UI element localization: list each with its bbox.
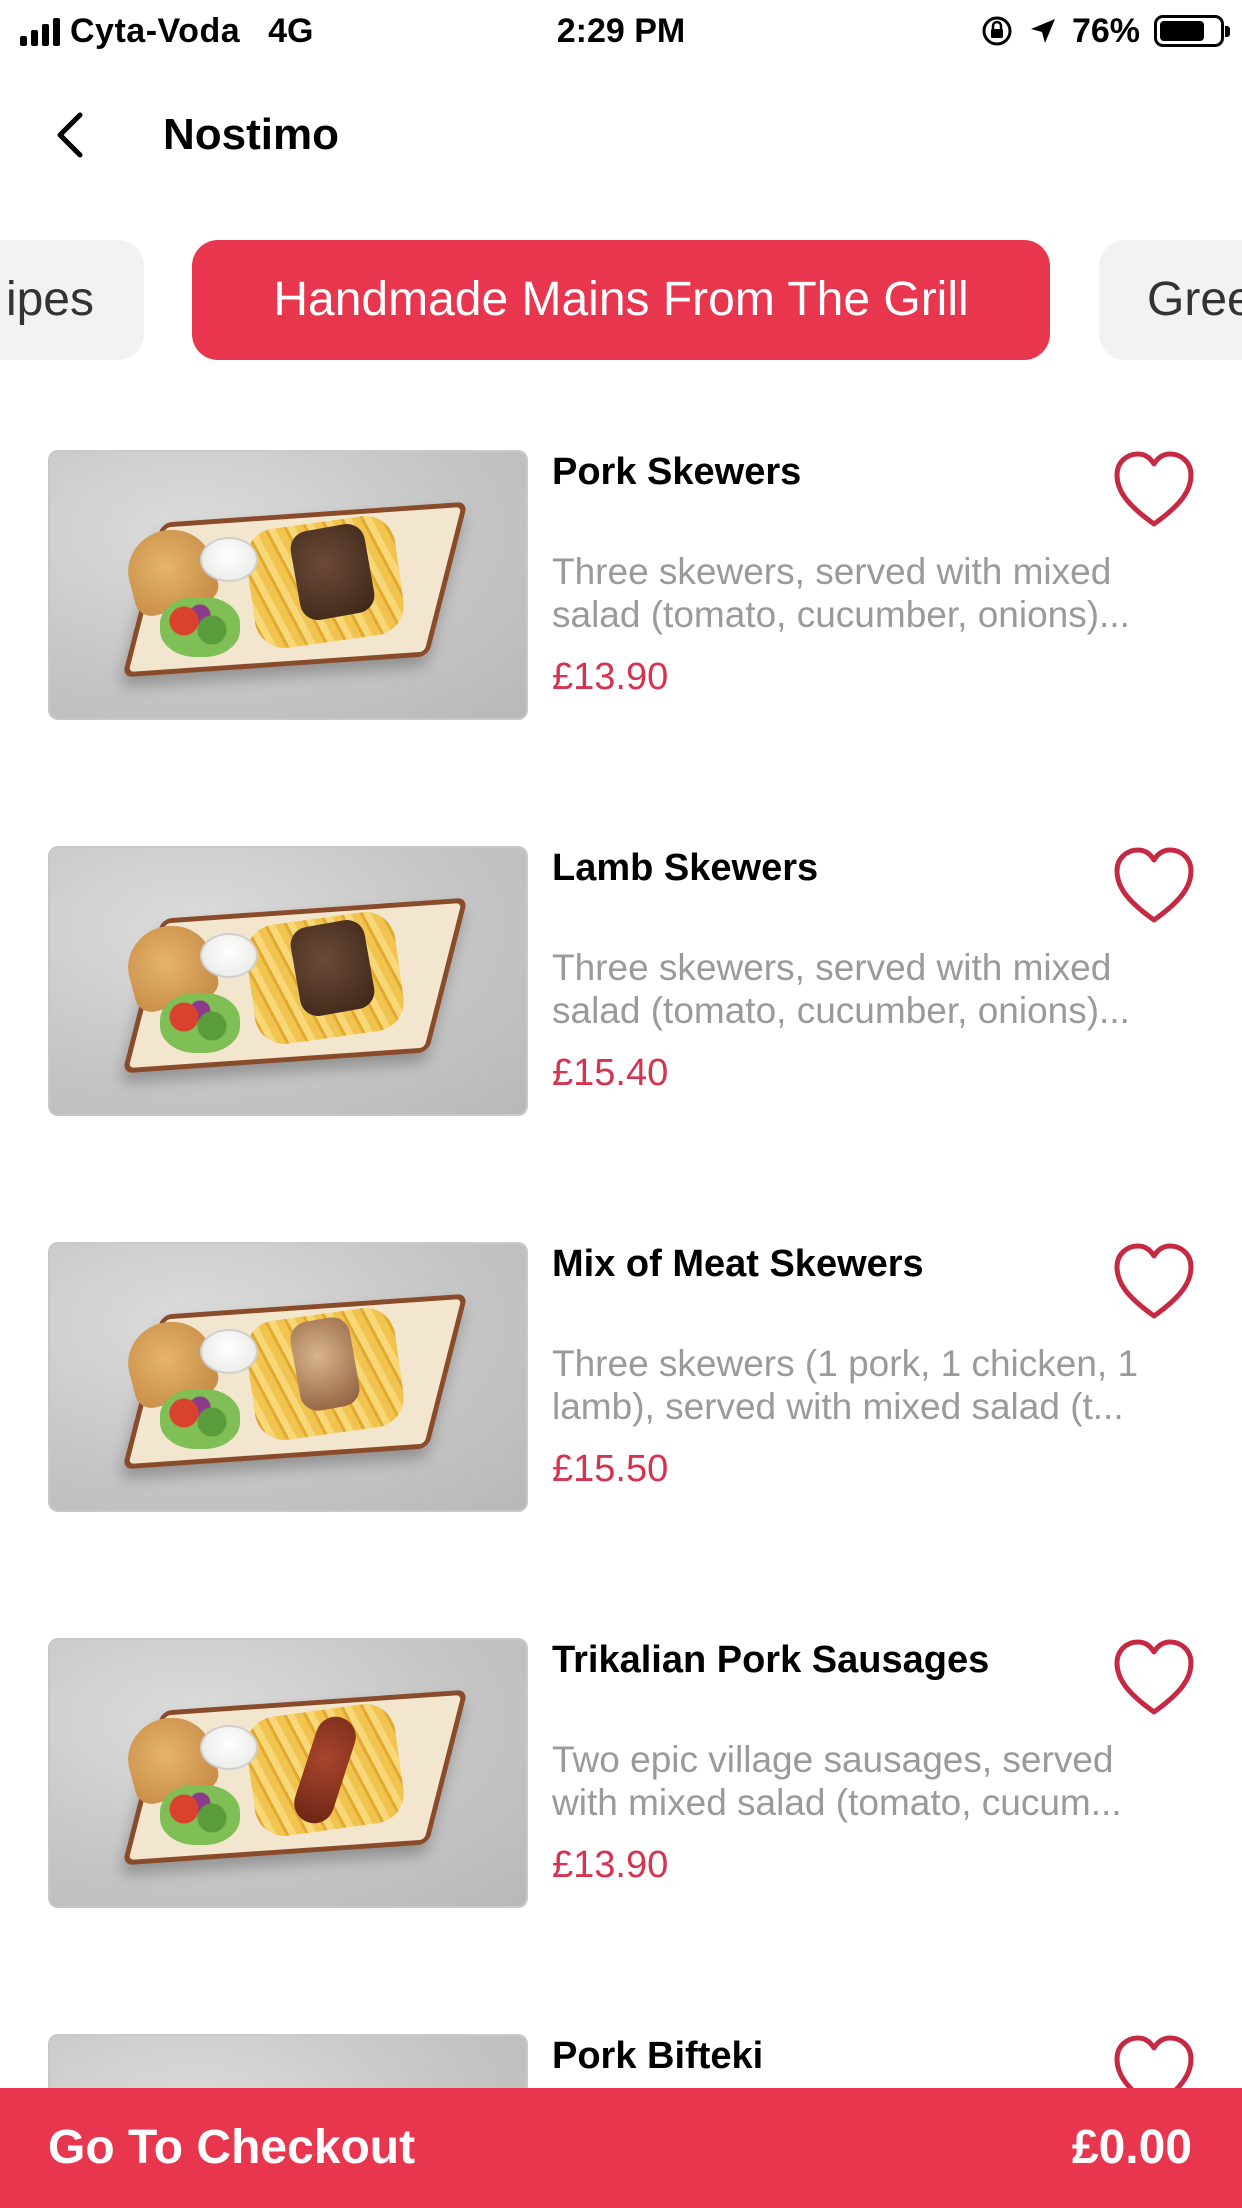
item-name: Lamb Skewers: [552, 847, 819, 889]
item-name: Pork Skewers: [552, 451, 802, 493]
item-description: Three skewers, served with mixed salad (…: [552, 946, 1192, 1032]
item-description-line: Three skewers (1 pork, 1 chicken, 1: [552, 1343, 1139, 1384]
tab-active-category[interactable]: Handmade Mains From The Grill: [192, 240, 1050, 360]
dish-image: [48, 846, 528, 1116]
orientation-lock-icon: [982, 16, 1012, 46]
item-description: Two epic village sausages, served with m…: [552, 1738, 1192, 1824]
tab-previous-category[interactable]: ipes: [0, 240, 144, 360]
salad: [160, 1785, 240, 1845]
menu-item[interactable]: Lamb Skewers Three skewers, served with …: [0, 846, 1242, 1116]
menu-item[interactable]: Mix of Meat Skewers Three skewers (1 por…: [0, 1242, 1242, 1512]
item-description-line: Two epic village sausages, served: [552, 1739, 1114, 1780]
checkout-label: Go To Checkout: [48, 2121, 416, 2174]
item-description-line: salad (tomato, cucumber, onions)...: [552, 594, 1130, 635]
menu-item[interactable]: Pork Skewers Three skewers, served with …: [0, 450, 1242, 720]
tzatziki-dip: [200, 933, 258, 978]
skewer-meat: [287, 917, 378, 1019]
salad: [160, 1389, 240, 1449]
item-description-line: salad (tomato, cucumber, onions)...: [552, 990, 1130, 1031]
skewer-meat: [287, 521, 378, 623]
header: Nostimo: [0, 90, 1242, 180]
item-description-line: with mixed salad (tomato, cucum...: [552, 1782, 1122, 1823]
item-description: Three skewers, served with mixed salad (…: [552, 550, 1192, 636]
item-description: Three skewers (1 pork, 1 chicken, 1 lamb…: [552, 1342, 1192, 1428]
status-right: 76%: [980, 10, 1230, 52]
category-tabs[interactable]: ipes Handmade Mains From The Grill Gree: [0, 240, 1242, 360]
favorite-heart-icon[interactable]: [1112, 450, 1196, 530]
battery-percent: 76%: [1071, 11, 1140, 50]
checkout-total: £0.00: [1071, 2121, 1192, 2174]
location-arrow-icon: [1030, 19, 1055, 43]
item-name: Trikalian Pork Sausages: [552, 1639, 990, 1681]
salad: [160, 993, 240, 1053]
favorite-heart-icon[interactable]: [1112, 1638, 1196, 1718]
battery-icon: [1154, 15, 1230, 47]
item-name: Mix of Meat Skewers: [552, 1243, 924, 1285]
tab-next-category[interactable]: Gree: [1099, 240, 1242, 360]
dish-image: [48, 1638, 528, 1908]
battery-level: [1160, 21, 1205, 41]
dish-image: [48, 450, 528, 720]
tzatziki-dip: [200, 1329, 258, 1374]
item-description-line: Three skewers, served with mixed: [552, 551, 1112, 592]
item-description-line: lamb), served with mixed salad (t...: [552, 1386, 1124, 1427]
dish-image: [48, 1242, 528, 1512]
back-button[interactable]: [40, 100, 100, 170]
favorite-heart-icon[interactable]: [1112, 1242, 1196, 1322]
menu-item[interactable]: Trikalian Pork Sausages Two epic village…: [0, 1638, 1242, 1908]
salad: [160, 597, 240, 657]
item-description-line: Three skewers, served with mixed: [552, 947, 1112, 988]
item-price: £13.90: [552, 1844, 669, 1886]
favorite-heart-icon[interactable]: [1112, 846, 1196, 926]
tzatziki-dip: [200, 537, 258, 582]
item-price: £15.40: [552, 1052, 669, 1094]
chevron-left-icon: [57, 112, 83, 158]
item-price: £13.90: [552, 656, 669, 698]
item-name: Pork Bifteki: [552, 2035, 764, 2077]
status-bar: Cyta-Voda 4G 2:29 PM 76%: [0, 0, 1242, 62]
item-price: £15.50: [552, 1448, 669, 1490]
checkout-button[interactable]: Go To Checkout £0.00: [0, 2088, 1242, 2208]
page-title: Nostimo: [163, 110, 339, 159]
tzatziki-dip: [200, 1725, 258, 1770]
